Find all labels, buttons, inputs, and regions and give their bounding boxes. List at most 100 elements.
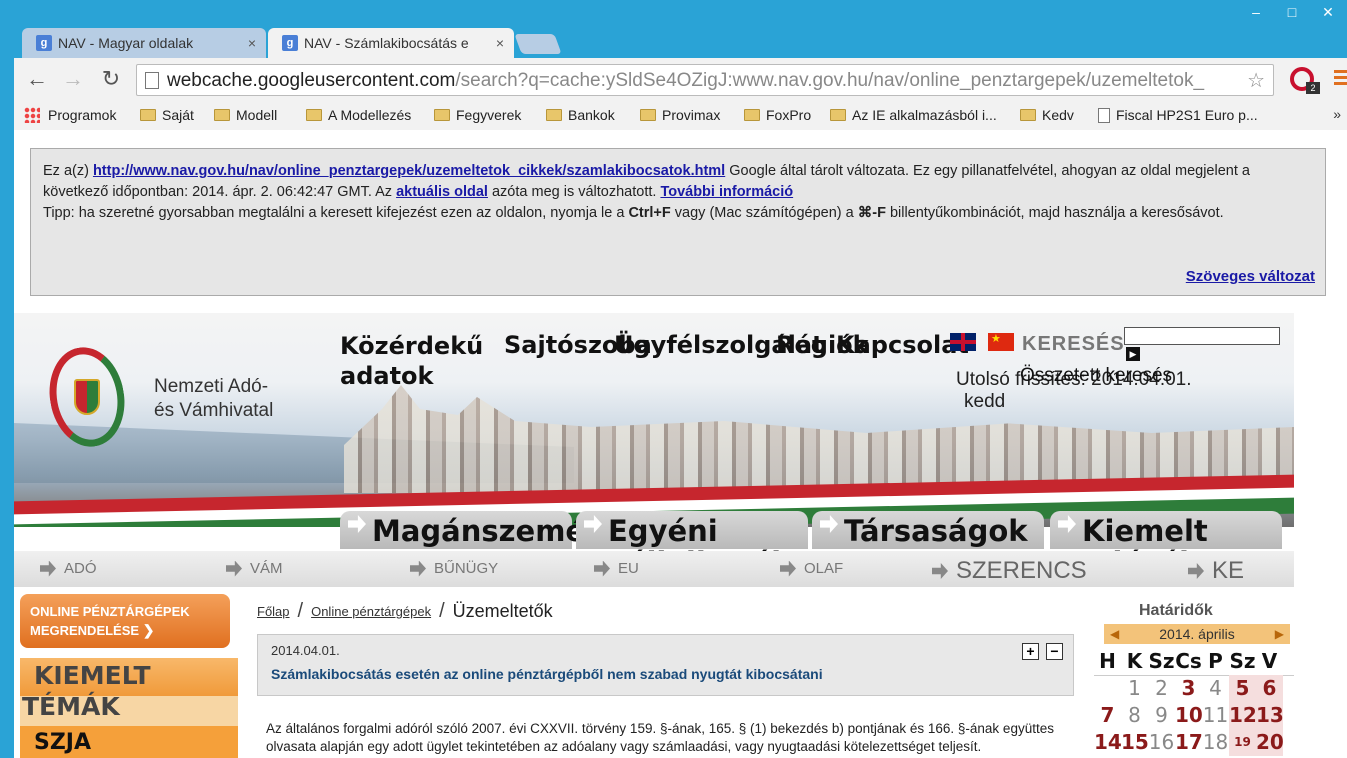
calendar-weekend-day[interactable]: 19 <box>1229 729 1256 756</box>
search-go-icon[interactable]: ▶ <box>1126 347 1140 361</box>
notice-text: azóta meg is változhatott. <box>491 184 657 200</box>
nav-logo[interactable] <box>41 341 133 453</box>
subnav-label: BŰNÜGY <box>434 560 499 577</box>
close-window-button[interactable]: ✕ <box>1316 4 1340 22</box>
tab-szamlakibocsatas[interactable]: g NAV - Számlakibocsátás e × <box>268 28 514 58</box>
calendar-weekend-day[interactable]: 20 <box>1256 729 1284 756</box>
bookmark-a-modellezes[interactable]: A Modellezés <box>306 107 411 123</box>
bookmark-fiscal[interactable]: Fiscal HP2S1 Euro p... <box>1098 107 1258 123</box>
order-online-cash-register-button[interactable]: ONLINE PÉNZTÁRGÉPEK MEGRENDELÉSE ❯ <box>20 594 230 648</box>
calendar-weekend-day[interactable]: 5 <box>1229 675 1256 702</box>
calendar-day[interactable]: 9 <box>1148 702 1175 729</box>
tab-nav-magyar[interactable]: g NAV - Magyar oldalak × <box>22 28 266 58</box>
calendar-week-row: 1 2 3 4 5 6 <box>1094 675 1294 702</box>
chinese-flag-icon[interactable] <box>988 332 1014 351</box>
arrow-right-icon <box>820 515 838 533</box>
calendar-deadline-day[interactable]: 7 <box>1094 702 1121 729</box>
bookmark-sajat[interactable]: Saját <box>140 107 194 123</box>
subnav-olaf[interactable]: OLAF <box>780 560 843 577</box>
weekday-header: K <box>1126 649 1143 673</box>
calendar-day[interactable]: 2 <box>1148 675 1175 702</box>
apps-icon <box>24 107 40 123</box>
text-version-link[interactable]: Szöveges változat <box>1186 266 1315 287</box>
featured-topics-title: KIEMELT <box>34 661 151 690</box>
menu-icon[interactable] <box>1334 70 1347 88</box>
tab-close-icon[interactable]: × <box>248 35 256 51</box>
bookmark-modell[interactable]: Modell <box>214 107 277 123</box>
bookmark-programok[interactable]: Programok <box>24 107 116 123</box>
breadcrumb-separator: / <box>297 600 304 622</box>
google-favicon-icon: g <box>282 35 298 51</box>
font-increase-button[interactable]: + <box>1022 643 1039 660</box>
next-month-icon[interactable]: ▶ <box>1275 624 1284 644</box>
reload-button[interactable]: ↻ <box>98 66 124 92</box>
folder-icon <box>830 109 846 121</box>
calendar-deadline-day[interactable]: 17 <box>1175 729 1203 756</box>
current-page-link[interactable]: aktuális oldal <box>396 184 488 200</box>
bookmark-bankok[interactable]: Bankok <box>546 107 615 123</box>
back-button[interactable]: ← <box>24 66 50 92</box>
folder-icon <box>306 109 322 121</box>
bookmark-kedv[interactable]: Kedv <box>1020 107 1074 123</box>
calendar-weekend-day[interactable]: 6 <box>1256 675 1283 702</box>
maximize-button[interactable]: □ <box>1280 4 1304 22</box>
calendar-deadline-day[interactable]: 10 <box>1175 702 1203 729</box>
tip-text: vagy (Mac számítógépen) a <box>674 205 854 221</box>
tab-kiemelt-adozok[interactable]: Kiemelt adózók <box>1050 511 1282 579</box>
szja-label[interactable]: SZJA <box>34 730 91 755</box>
address-bar[interactable]: webcache.googleusercontent.com/search?q=… <box>136 64 1274 96</box>
topnav-kapcsolat[interactable]: Kapcsolat <box>836 331 969 359</box>
calendar-weekend-day[interactable]: 13 <box>1256 702 1284 729</box>
coat-of-arms-icon <box>74 379 100 415</box>
bookmark-label: Saját <box>162 107 194 123</box>
calendar-day[interactable]: 16 <box>1148 729 1175 756</box>
subnav-eu[interactable]: EU <box>594 560 639 577</box>
topnav-kozerdeku[interactable]: Közérdekű adatok <box>340 331 483 391</box>
tab-maganszemelyek[interactable]: Magánszemé <box>340 511 585 549</box>
bookmark-fegyverek[interactable]: Fegyverek <box>434 107 521 123</box>
calendar-day[interactable]: 8 <box>1121 702 1148 729</box>
subnav-ado[interactable]: ADÓ <box>40 560 97 577</box>
breadcrumb-online-penztargepek-link[interactable]: Online pénztárgépek <box>311 604 431 619</box>
topnav-label: adatok <box>340 362 434 390</box>
bookmarks-overflow-button[interactable]: » <box>1333 106 1341 122</box>
bookmark-az-ie[interactable]: Az IE alkalmazásból i... <box>830 107 997 123</box>
english-flag-icon[interactable] <box>950 333 976 351</box>
font-decrease-button[interactable]: − <box>1046 643 1063 660</box>
calendar-day[interactable]: 4 <box>1202 675 1229 702</box>
url-text[interactable]: webcache.googleusercontent.com/search?q=… <box>167 70 1247 92</box>
calendar-deadline-day[interactable]: 15 <box>1121 729 1149 756</box>
calendar-weekend-day[interactable]: 12 <box>1229 702 1257 729</box>
main-tab-label: Magánszemé <box>372 514 586 548</box>
subnav-ke[interactable]: KE <box>1188 557 1244 585</box>
prev-month-icon[interactable]: ◀ <box>1110 624 1119 644</box>
bookmark-star-icon[interactable]: ☆ <box>1247 68 1265 93</box>
logo-text: Nemzeti Adó- és Vámhivatal <box>154 375 273 423</box>
breadcrumb-home-link[interactable]: Főlap <box>257 604 290 619</box>
subnav-bunugy[interactable]: BŰNÜGY <box>410 560 498 577</box>
more-info-link[interactable]: További információ <box>660 184 793 200</box>
advanced-search-link[interactable]: Összetett keresés <box>1020 365 1172 387</box>
subnav-szerencsejatek[interactable]: SZERENCS <box>932 557 1087 585</box>
shortcut-ctrl-f: Ctrl+F <box>628 205 671 221</box>
minimize-button[interactable]: – <box>1244 4 1268 22</box>
tab-label: NAV - Számlakibocsátás e <box>304 35 469 51</box>
tab-tarsasagok[interactable]: Társaságok <box>812 511 1044 549</box>
tab-close-icon[interactable]: × <box>496 35 504 51</box>
calendar-day[interactable]: 1 <box>1121 675 1148 702</box>
calendar-deadline-day[interactable]: 14 <box>1094 729 1122 756</box>
bookmark-foxpro[interactable]: FoxPro <box>744 107 811 123</box>
new-tab-button[interactable] <box>514 34 562 54</box>
cached-url-link[interactable]: http://www.nav.gov.hu/nav/online_penztar… <box>93 163 725 179</box>
breadcrumb-separator: / <box>439 600 445 622</box>
subnav-vam[interactable]: VÁM <box>226 560 283 577</box>
calendar-day[interactable]: 11 <box>1202 702 1229 729</box>
arrow-right-icon <box>410 560 426 577</box>
calendar-day[interactable]: 18 <box>1202 729 1229 756</box>
bookmark-provimax[interactable]: Provimax <box>640 107 720 123</box>
tab-egyeni-vallalkozok[interactable]: Egyéni vállalkozók <box>576 511 808 579</box>
calendar-deadline-day[interactable]: 3 <box>1175 675 1202 702</box>
search-input[interactable] <box>1124 327 1280 345</box>
forward-button[interactable]: → <box>60 66 86 92</box>
weekday-header: H <box>1099 649 1116 673</box>
